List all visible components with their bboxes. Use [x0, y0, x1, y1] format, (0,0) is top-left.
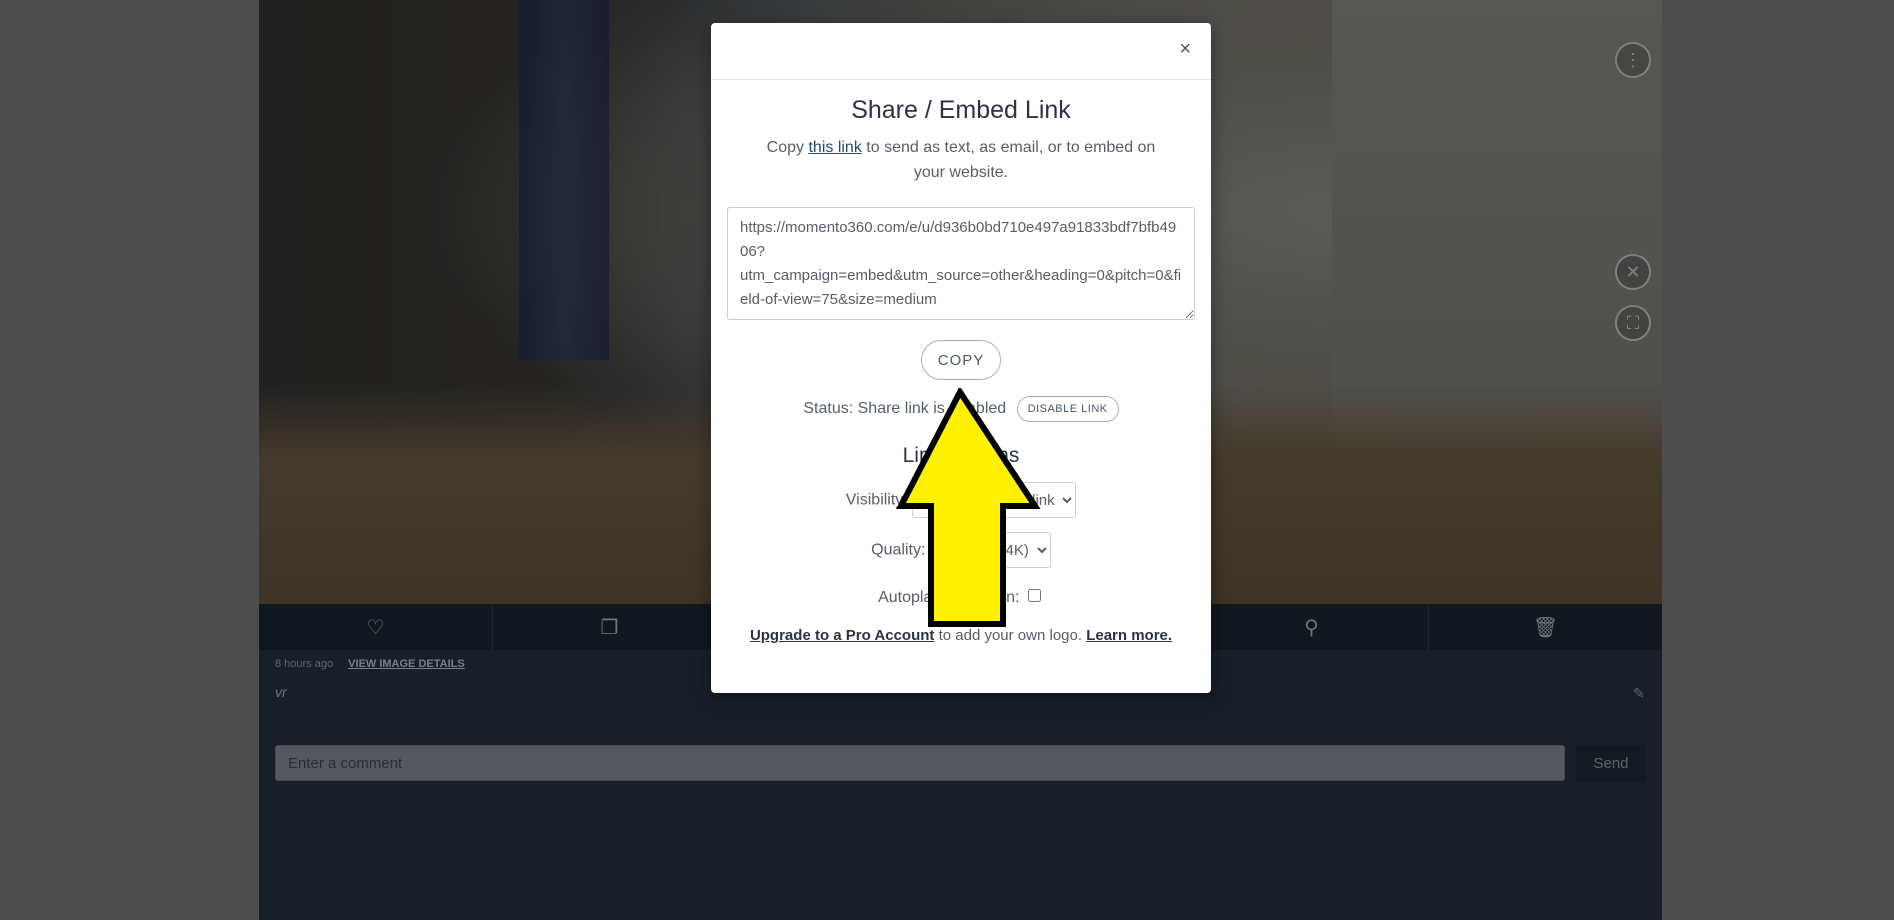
desc-suffix: to send as text, as email, or to embed o… [866, 139, 1156, 181]
copy-button[interactable]: COPY [921, 340, 1001, 380]
upgrade-row: Upgrade to a Pro Account to add your own… [711, 627, 1211, 644]
arrow-shape [896, 388, 1041, 627]
upgrade-link[interactable]: Upgrade to a Pro Account [750, 627, 934, 644]
share-url-field[interactable]: https://momento360.com/e/u/d936b0bd710e4… [727, 207, 1195, 320]
upgrade-text: to add your own logo. [938, 627, 1083, 644]
modal-header: × [711, 23, 1211, 80]
learn-more-link[interactable]: Learn more. [1086, 627, 1172, 644]
modal-description: Copy this link to send as text, as email… [761, 135, 1161, 185]
desc-prefix: Copy [766, 139, 805, 156]
annotation-arrow-icon [896, 388, 1041, 627]
modal-title: Share / Embed Link [851, 96, 1071, 124]
this-link[interactable]: this link [808, 139, 861, 156]
close-button[interactable]: × [1173, 37, 1197, 62]
